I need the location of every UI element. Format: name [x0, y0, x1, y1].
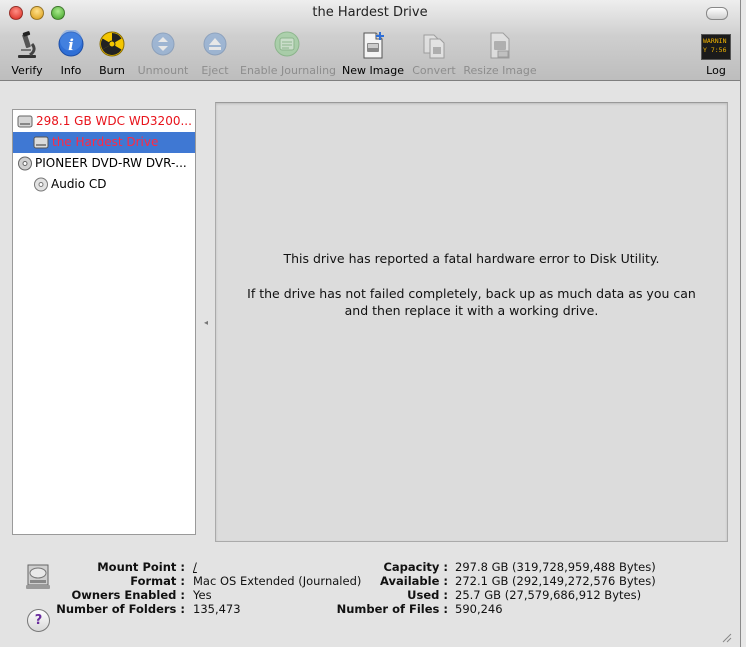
info-button[interactable]: i Info [56, 30, 86, 77]
sidebar-item-audio-cd[interactable]: Audio CD [13, 174, 195, 195]
format-label: Format : [130, 574, 185, 588]
verify-label: Verify [11, 64, 43, 77]
disk-utility-window: the Hardest Drive Verify i Info Burn Unm… [0, 0, 741, 647]
verify-button[interactable]: Verify [10, 30, 44, 77]
sidebar-item-label: the Hardest Drive [52, 135, 159, 149]
capacity-label: Capacity : [383, 560, 448, 574]
mount-point-link[interactable]: / [193, 560, 197, 574]
optical-drive-icon [18, 156, 32, 171]
svg-text:i: i [68, 36, 74, 54]
advice-message-line2: and then replace it with a working drive… [344, 303, 599, 318]
sidebar-item-volume[interactable]: the Hardest Drive [13, 132, 195, 153]
journaling-icon [274, 31, 300, 57]
available-value: 272.1 GB (292,149,272,576 Bytes) [455, 574, 656, 588]
cd-icon [34, 177, 48, 192]
log-icon: WARNIN Y 7:56 [701, 34, 731, 60]
used-value: 25.7 GB (27,579,686,912 Bytes) [455, 588, 642, 602]
advice-message-line1: If the drive has not failed completely, … [247, 286, 696, 301]
toolbar-toggle-button[interactable] [706, 7, 728, 20]
available-label: Available : [380, 574, 448, 588]
eject-label: Eject [201, 64, 229, 77]
resize-image-icon [490, 32, 510, 59]
enable-journaling-label: Enable Journaling [240, 64, 337, 77]
split-view-handle[interactable]: ◂ [204, 318, 208, 327]
sidebar-item-optical-drive[interactable]: PIONEER DVD-RW DVR-... [13, 153, 195, 174]
burn-icon [99, 31, 125, 57]
info-icon: i [58, 30, 84, 57]
unmount-button[interactable]: Unmount [137, 30, 189, 77]
enable-journaling-button[interactable]: Enable Journaling [240, 30, 337, 77]
microscope-icon [18, 31, 36, 58]
convert-icon [423, 34, 445, 59]
owners-enabled-value: Yes [193, 588, 212, 602]
resize-image-button[interactable]: Resize Image [463, 30, 537, 77]
eject-icon [203, 32, 227, 56]
device-list[interactable]: 298.1 GB WDC WD3200... the Hardest Drive… [12, 109, 196, 535]
log-button[interactable]: WARNIN Y 7:56 Log [700, 30, 732, 77]
resize-image-label: Resize Image [463, 64, 537, 77]
burn-button[interactable]: Burn [97, 30, 127, 77]
convert-button[interactable]: Convert [412, 30, 456, 77]
title-bar: the Hardest Drive Verify i Info Burn Unm… [0, 0, 740, 81]
mount-point-label: Mount Point : [97, 560, 185, 574]
info-label: Info [60, 64, 82, 77]
log-label: Log [706, 64, 726, 77]
error-message: This drive has reported a fatal hardware… [283, 251, 660, 266]
new-image-icon [363, 32, 384, 59]
burn-label: Burn [99, 64, 125, 77]
sidebar-item-label: 298.1 GB WDC WD3200... [36, 114, 192, 128]
used-label: Used : [407, 588, 448, 602]
detail-pane: This drive has reported a fatal hardware… [215, 102, 728, 542]
disk-info-panel: Mount Point : / Format : Mac OS Extended… [0, 560, 740, 620]
unmount-label: Unmount [137, 64, 189, 77]
number-of-files-value: 590,246 [455, 602, 503, 616]
sidebar-item-hard-disk[interactable]: 298.1 GB WDC WD3200... [13, 111, 195, 132]
number-of-folders-value: 135,473 [193, 602, 241, 616]
new-image-label: New Image [342, 64, 404, 77]
resize-grip-icon[interactable] [720, 631, 732, 643]
new-image-button[interactable]: New Image [342, 30, 404, 77]
unmount-icon [151, 32, 175, 56]
window-title: the Hardest Drive [312, 5, 428, 20]
sidebar-item-label: Audio CD [51, 177, 107, 191]
volume-icon [33, 136, 49, 149]
number-of-folders-label: Number of Folders : [56, 602, 185, 616]
owners-enabled-label: Owners Enabled : [71, 588, 185, 602]
capacity-value: 297.8 GB (319,728,959,488 Bytes) [455, 560, 656, 574]
sidebar-item-label: PIONEER DVD-RW DVR-... [35, 156, 187, 170]
convert-label: Convert [412, 64, 456, 77]
eject-button[interactable]: Eject [200, 30, 230, 77]
number-of-files-label: Number of Files : [336, 602, 448, 616]
hard-disk-icon [17, 115, 33, 128]
